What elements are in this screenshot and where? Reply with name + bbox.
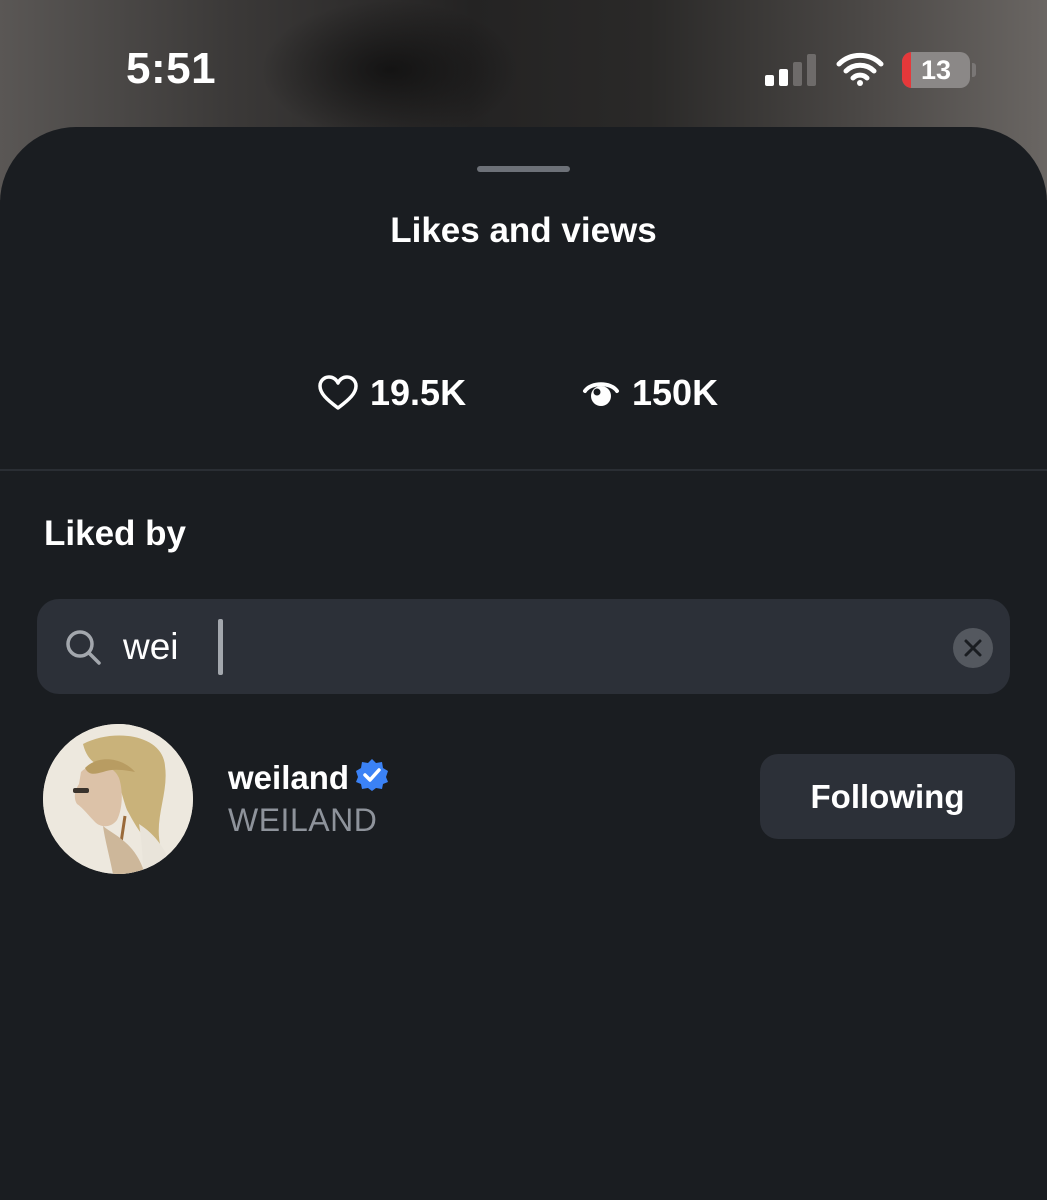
eye-icon: [583, 382, 619, 406]
cellular-signal-icon: [765, 54, 816, 86]
close-icon: [964, 639, 982, 657]
battery-level: 13: [920, 55, 952, 85]
likes-and-views-sheet: Likes and views 19.5K 150K Liked by wei …: [0, 127, 1047, 1200]
liked-by-heading: Liked by: [44, 514, 186, 553]
divider: [0, 469, 1047, 471]
avatar-photo: [43, 724, 193, 874]
views-stat: 150K: [582, 372, 718, 414]
likes-count: 19.5K: [370, 372, 467, 413]
avatar[interactable]: [43, 724, 193, 874]
user-username[interactable]: weiland: [228, 759, 349, 797]
sheet-grabber[interactable]: [477, 166, 570, 172]
search-icon: [66, 630, 101, 665]
clear-search-button[interactable]: [953, 628, 993, 668]
likes-stat: 19.5K: [318, 372, 466, 414]
text-caret: [218, 619, 223, 675]
user-display-name: WEILAND: [228, 802, 378, 838]
views-count: 150K: [632, 372, 719, 413]
search-field[interactable]: [37, 599, 1010, 694]
status-bar: 5:51 13: [0, 0, 1047, 128]
search-input[interactable]: [123, 621, 923, 673]
sheet-title: Likes and views: [390, 211, 657, 250]
status-time: 5:51: [126, 44, 217, 93]
verified-badge-icon: [356, 759, 388, 791]
battery-indicator: 13: [902, 52, 970, 88]
following-button[interactable]: Following: [760, 754, 1015, 839]
heart-icon: [318, 375, 358, 410]
list-item[interactable]: weiland WEILAND Following: [0, 724, 1047, 877]
battery-tip: [972, 63, 976, 77]
wifi-icon: [836, 52, 884, 86]
